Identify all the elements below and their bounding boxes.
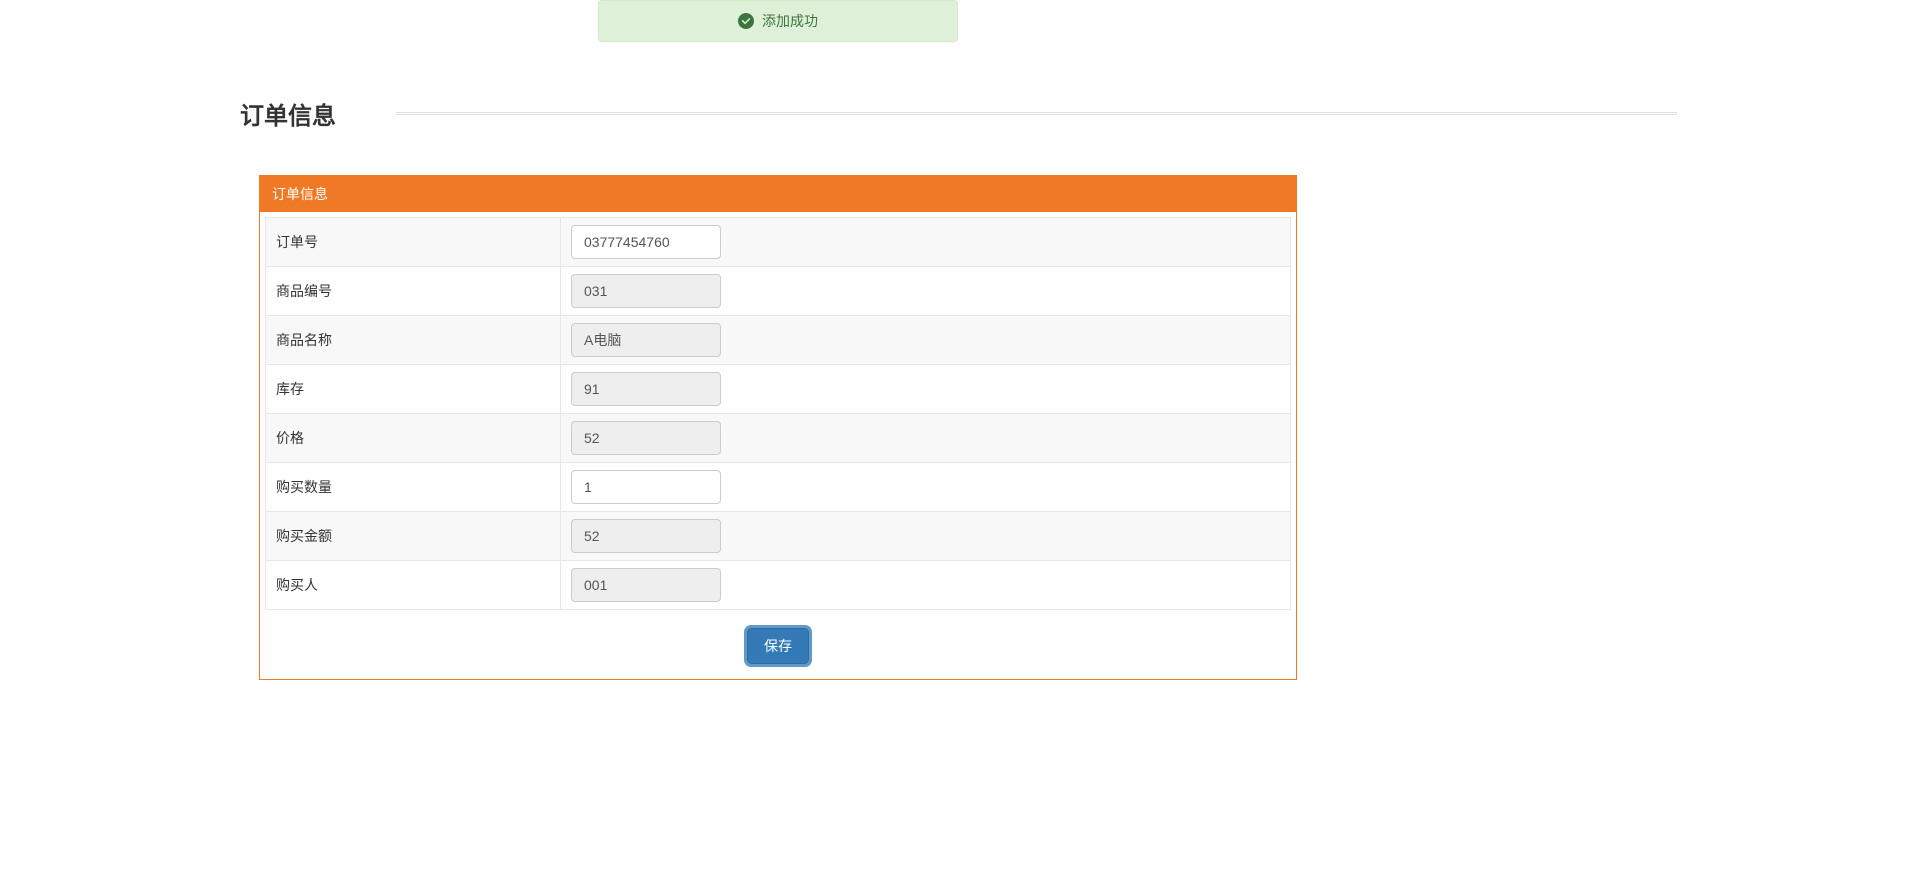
success-alert-text: 添加成功 <box>762 11 818 31</box>
title-divider <box>396 112 1677 116</box>
page-title: 订单信息 <box>240 96 336 131</box>
label-buyer: 购买人 <box>266 561 561 610</box>
order-info-panel: 订单信息 订单号 商品编号 商品名称 <box>259 175 1297 680</box>
input-product-name <box>571 323 721 357</box>
save-button[interactable]: 保存 <box>747 628 809 664</box>
label-order-no: 订单号 <box>266 218 561 267</box>
row-amount: 购买金额 <box>266 512 1291 561</box>
row-product-name: 商品名称 <box>266 316 1291 365</box>
panel-header: 订单信息 <box>260 176 1296 212</box>
input-amount <box>571 519 721 553</box>
row-price: 价格 <box>266 414 1291 463</box>
check-circle-icon <box>738 13 754 29</box>
label-price: 价格 <box>266 414 561 463</box>
row-order-no: 订单号 <box>266 218 1291 267</box>
order-form-table: 订单号 商品编号 商品名称 <box>265 217 1291 610</box>
input-stock <box>571 372 721 406</box>
input-order-no[interactable] <box>571 225 721 259</box>
row-qty: 购买数量 <box>266 463 1291 512</box>
input-product-code <box>571 274 721 308</box>
label-amount: 购买金额 <box>266 512 561 561</box>
label-qty: 购买数量 <box>266 463 561 512</box>
input-qty[interactable] <box>571 470 721 504</box>
label-stock: 库存 <box>266 365 561 414</box>
row-product-code: 商品编号 <box>266 267 1291 316</box>
input-price <box>571 421 721 455</box>
label-product-code: 商品编号 <box>266 267 561 316</box>
row-buyer: 购买人 <box>266 561 1291 610</box>
label-product-name: 商品名称 <box>266 316 561 365</box>
row-stock: 库存 <box>266 365 1291 414</box>
success-alert: 添加成功 <box>598 0 958 42</box>
input-buyer <box>571 568 721 602</box>
